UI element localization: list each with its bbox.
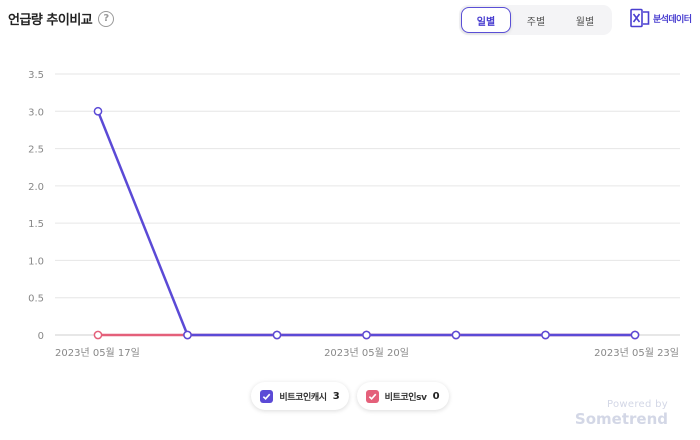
powered-by-logo: Powered by Sometrend (575, 400, 668, 427)
y-tick-label: 0.5 (28, 294, 44, 305)
legend-value: 0 (432, 390, 440, 402)
checkbox-icon[interactable] (260, 389, 274, 403)
data-point (272, 330, 282, 340)
data-point (541, 330, 550, 340)
chart-grid (55, 73, 680, 336)
powered-by-text: Powered by (607, 399, 668, 410)
y-tick-label: 1.5 (28, 219, 44, 230)
legend-value: 3 (332, 390, 340, 402)
brand-logo: Sometrend (574, 410, 668, 428)
legend-label: 비트코인sv (384, 392, 427, 403)
data-point (93, 330, 103, 340)
x-tick-label: 2023년 05월 20일 (324, 347, 409, 359)
y-tick-label: 0 (38, 331, 44, 342)
data-point (630, 330, 640, 340)
y-tick-label: 2.5 (28, 145, 44, 156)
data-point (93, 106, 103, 116)
checkbox-icon[interactable] (365, 389, 379, 403)
y-tick-label: 3.5 (28, 70, 44, 81)
x-tick-label: 2023년 05월 23일 (594, 347, 679, 359)
legend-item-bitcoin-cash[interactable]: 비트코인캐시 3 (251, 382, 349, 410)
y-axis: 0 0.5 1.0 1.5 2.0 2.5 3.0 3.5 (28, 70, 44, 342)
y-tick-label: 2.0 (28, 182, 44, 193)
x-tick-label: 2023년 05월 17일 (55, 347, 140, 359)
y-tick-label: 1.0 (28, 256, 44, 267)
data-point (183, 330, 192, 340)
data-point (451, 330, 461, 340)
y-tick-label: 3.0 (28, 107, 44, 118)
legend-item-bitcoin-sv[interactable]: 비트코인sv 0 (356, 382, 449, 410)
x-axis: 2023년 05월 17일 2023년 05월 20일 2023년 05월 23일 (55, 347, 679, 359)
legend-label: 비트코인캐시 (279, 392, 327, 403)
data-point (362, 330, 371, 340)
line-chart: 00.51.01.52.02.53.03.5 2023년 05월 17일 2023… (28, 70, 680, 359)
